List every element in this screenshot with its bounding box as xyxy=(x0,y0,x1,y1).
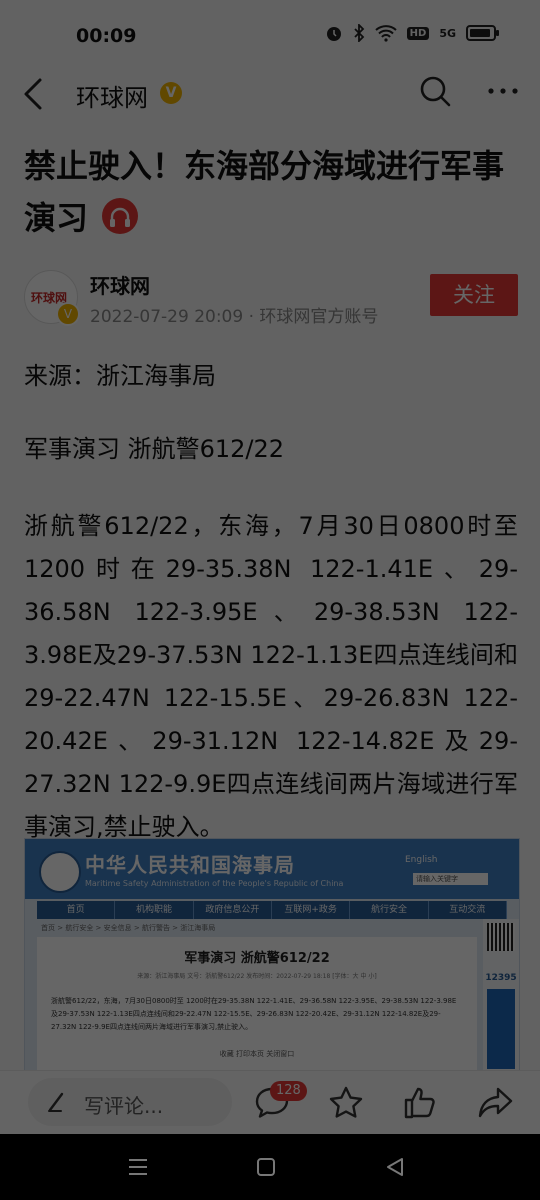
back-icon[interactable] xyxy=(20,76,50,112)
msa-article-text: 浙航警612/22，东海，7月30日0800时至 1200时在29-35.38N… xyxy=(51,997,457,1031)
back-nav-icon[interactable] xyxy=(384,1156,406,1178)
bluetooth-icon xyxy=(354,24,364,42)
author-row: 环球网 V 环球网 2022-07-29 20:09 · 环球网官方账号 关注 xyxy=(24,270,518,327)
more-icon[interactable] xyxy=(486,74,520,108)
msa-logo-icon xyxy=(39,851,81,893)
msa-article-meta: 来源：浙江海事局 文号：浙航警612/22 发布时间：2022-07-29 18… xyxy=(137,973,377,980)
msa-nav-item: 互动交流 xyxy=(429,901,507,919)
follow-button[interactable]: 关注 xyxy=(430,274,518,316)
msa-breadcrumb: 首页 > 航行安全 > 安全信息 > 航行警告 > 浙江海事局 xyxy=(41,924,216,932)
status-time: 00:09 xyxy=(76,25,137,47)
msa-hotline: 12395 xyxy=(485,973,517,983)
article-paragraph: 来源：浙江海事局 xyxy=(24,362,216,390)
pen-icon xyxy=(48,1092,64,1112)
msa-header: 中华人民共和国海事局 Maritime Safety Administratio… xyxy=(25,839,519,899)
system-nav-bar xyxy=(0,1134,540,1200)
comment-input[interactable]: 写评论... xyxy=(28,1078,232,1126)
channel-title[interactable]: 环球网 xyxy=(76,78,148,113)
like-icon[interactable] xyxy=(400,1083,440,1123)
star-icon[interactable] xyxy=(326,1083,366,1123)
author-meta: 2022-07-29 20:09 · 环球网官方账号 xyxy=(90,307,379,327)
msa-article-links: 收藏 打印本页 关闭窗口 xyxy=(219,1050,295,1058)
msa-nav-item: 机构职能 xyxy=(115,901,194,919)
qr-code-icon xyxy=(487,923,515,951)
msa-banner xyxy=(487,989,515,1069)
hd-icon: HD xyxy=(406,26,430,40)
alarm-icon xyxy=(326,27,341,41)
msa-search: 请输入关键字 xyxy=(413,873,488,885)
msa-english-link: English xyxy=(405,855,438,865)
search-icon[interactable] xyxy=(418,74,452,108)
headline-text: 禁止驶入！东海部分海域进行军事演习 xyxy=(24,147,505,237)
msa-article-title: 军事演习 浙航警612/22 xyxy=(184,951,330,966)
article-paragraph: 浙航警612/22，东海，7月30日0800时至1200时在29-35.38N … xyxy=(24,512,518,841)
msa-subtitle: Maritime Safety Administration of the Pe… xyxy=(85,879,344,888)
menu-icon[interactable] xyxy=(127,1156,149,1178)
article-paragraph: 军事演习 浙航警612/22 xyxy=(24,435,285,463)
verified-badge-icon: V xyxy=(56,302,80,326)
msa-nav-item: 政府信息公开 xyxy=(194,901,272,919)
author-name[interactable]: 环球网 xyxy=(90,270,150,299)
msa-article: 军事演习 浙航警612/22 来源：浙江海事局 文号：浙航警612/22 发布时… xyxy=(37,937,477,1071)
article-headline: 禁止驶入！东海部分海域进行军事演习 xyxy=(24,140,524,244)
msa-nav-item: 航行安全 xyxy=(350,901,429,919)
screen: 00:09 HD 5G 环球网 V 禁止驶入！东海部分海域进行军事演习 环球网 … xyxy=(0,0,540,1200)
msa-nav-item: 首页 xyxy=(37,901,116,919)
wifi-icon xyxy=(374,25,397,42)
bottom-action-bar: 写评论... 128 xyxy=(0,1070,540,1135)
msa-nav-item: 互联网+政务 xyxy=(272,901,351,919)
article-image[interactable]: 中华人民共和国海事局 Maritime Safety Administratio… xyxy=(24,838,520,1072)
share-icon[interactable] xyxy=(476,1083,516,1123)
status-bar: 00:09 HD 5G xyxy=(0,0,540,70)
home-icon[interactable] xyxy=(256,1156,276,1178)
app-bar: 环球网 V xyxy=(0,70,540,120)
verified-icon: V xyxy=(160,82,182,104)
msa-nav: 首页 机构职能 政府信息公开 互联网+政务 航行安全 互动交流 xyxy=(37,901,507,919)
comment-count-badge: 128 xyxy=(270,1081,307,1101)
status-icons: HD 5G xyxy=(325,24,500,42)
comment-placeholder: 写评论... xyxy=(84,1094,164,1118)
network-icon: 5G xyxy=(439,26,456,40)
listen-audio-icon[interactable] xyxy=(102,198,139,234)
msa-title: 中华人民共和国海事局 xyxy=(85,853,295,877)
battery-icon xyxy=(466,25,499,41)
